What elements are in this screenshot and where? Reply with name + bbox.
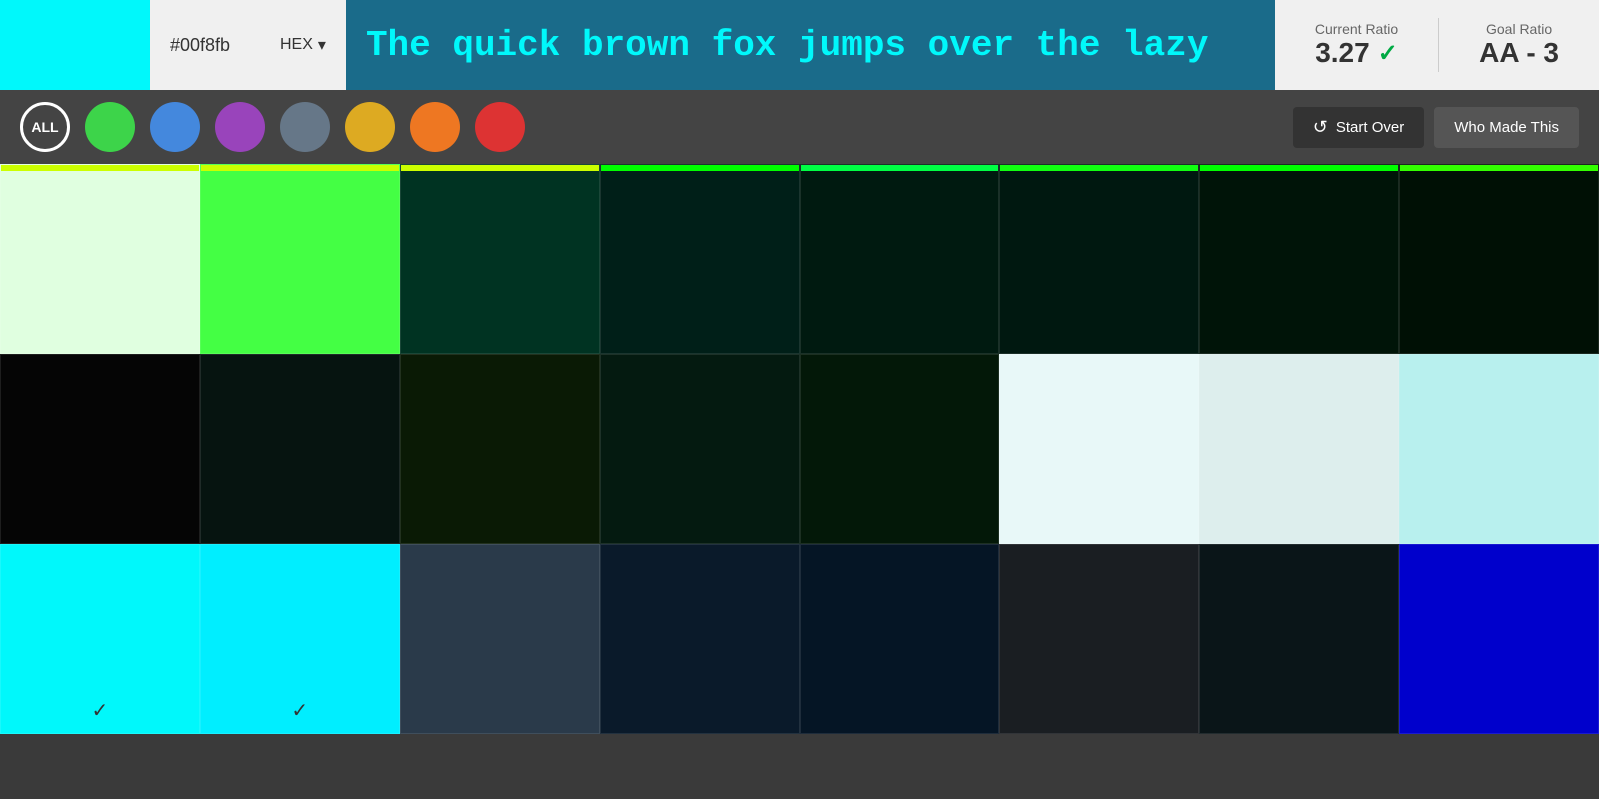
filter-bar: ALL ↺ Start Over Who Made This bbox=[0, 90, 1599, 164]
color-cell[interactable] bbox=[1399, 354, 1599, 544]
color-filter-dots bbox=[85, 102, 525, 152]
color-cell[interactable]: ✓ bbox=[200, 544, 400, 734]
color-cell[interactable] bbox=[999, 544, 1199, 734]
filter-bar-actions: ↺ Start Over Who Made This bbox=[1293, 107, 1579, 148]
color-cell[interactable] bbox=[0, 354, 200, 544]
color-cell[interactable] bbox=[1399, 164, 1599, 354]
color-cell[interactable] bbox=[200, 164, 400, 354]
color-cell[interactable] bbox=[800, 164, 1000, 354]
color-cell[interactable] bbox=[600, 164, 800, 354]
refresh-icon: ↺ bbox=[1313, 117, 1328, 138]
color-cell[interactable] bbox=[400, 164, 600, 354]
goal-ratio-block: Goal Ratio AA - 3 bbox=[1439, 0, 1599, 90]
goal-ratio-value: AA - 3 bbox=[1479, 37, 1559, 69]
all-filter-button[interactable]: ALL bbox=[20, 102, 70, 152]
color-cell[interactable] bbox=[600, 354, 800, 544]
goal-ratio-label: Goal Ratio bbox=[1486, 21, 1552, 37]
color-cell[interactable] bbox=[800, 354, 1000, 544]
color-cell[interactable] bbox=[1399, 544, 1599, 734]
current-ratio-block: Current Ratio 3.27 ✓ bbox=[1275, 0, 1438, 90]
preview-text-area: The quick brown fox jumps over the lazy bbox=[346, 0, 1275, 90]
current-ratio-label: Current Ratio bbox=[1315, 21, 1398, 37]
color-cell[interactable]: ✓ bbox=[0, 544, 200, 734]
color-grid: ✓✓ bbox=[0, 164, 1599, 734]
color-dot-orange[interactable] bbox=[410, 102, 460, 152]
color-cell[interactable] bbox=[999, 164, 1199, 354]
color-cell[interactable] bbox=[1199, 164, 1399, 354]
current-ratio-value: 3.27 ✓ bbox=[1315, 37, 1398, 69]
ratio-check-icon: ✓ bbox=[1378, 39, 1398, 68]
color-dot-purple[interactable] bbox=[215, 102, 265, 152]
color-dot-blue[interactable] bbox=[150, 102, 200, 152]
selected-check-icon: ✓ bbox=[291, 698, 308, 723]
color-cell[interactable] bbox=[1199, 354, 1399, 544]
start-over-button[interactable]: ↺ Start Over bbox=[1293, 107, 1424, 148]
color-swatch[interactable] bbox=[0, 0, 150, 90]
color-dot-red[interactable] bbox=[475, 102, 525, 152]
who-made-button[interactable]: Who Made This bbox=[1434, 107, 1579, 148]
hex-input[interactable] bbox=[170, 35, 270, 56]
hex-input-area: HEX ▾ bbox=[150, 0, 346, 90]
color-cell[interactable] bbox=[1199, 544, 1399, 734]
hex-format-dropdown[interactable]: HEX ▾ bbox=[280, 35, 326, 55]
color-dot-green[interactable] bbox=[85, 102, 135, 152]
preview-text: The quick brown fox jumps over the lazy bbox=[366, 25, 1209, 66]
color-dot-gray[interactable] bbox=[280, 102, 330, 152]
chevron-down-icon: ▾ bbox=[318, 35, 326, 55]
color-cell[interactable] bbox=[999, 354, 1199, 544]
ratio-area: Current Ratio 3.27 ✓ Goal Ratio AA - 3 bbox=[1275, 0, 1599, 90]
selected-check-icon: ✓ bbox=[92, 698, 109, 723]
color-cell[interactable] bbox=[400, 354, 600, 544]
color-cell[interactable] bbox=[0, 164, 200, 354]
color-cell[interactable] bbox=[600, 544, 800, 734]
header: HEX ▾ The quick brown fox jumps over the… bbox=[0, 0, 1599, 90]
color-cell[interactable] bbox=[800, 544, 1000, 734]
color-dot-yellow[interactable] bbox=[345, 102, 395, 152]
color-cell[interactable] bbox=[200, 354, 400, 544]
color-cell[interactable] bbox=[400, 544, 600, 734]
